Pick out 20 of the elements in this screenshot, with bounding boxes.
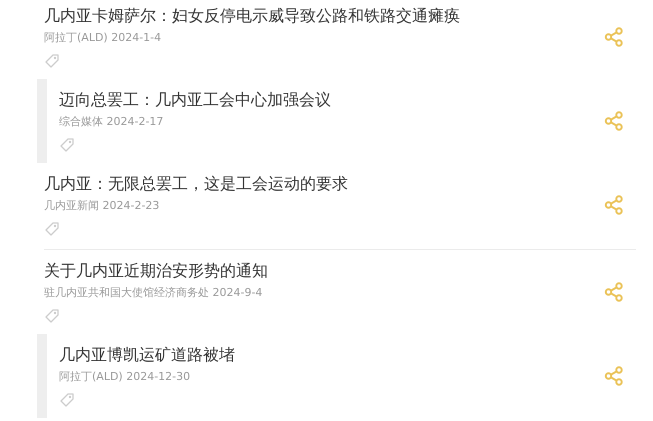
article-title[interactable]: 几内亚博凯运矿道路被堵	[59, 344, 604, 366]
tag-icon[interactable]	[59, 392, 75, 408]
article-meta: 几内亚新闻 2024-2-23	[44, 198, 160, 214]
article-meta: 阿拉丁(ALD) 2024-12-30	[59, 369, 192, 385]
article-meta: 综合媒体 2024-2-17	[59, 114, 164, 130]
tag-icon[interactable]	[44, 53, 60, 69]
article-title[interactable]: 迈向总罢工：几内亚工会中心加强会议	[59, 89, 604, 111]
share-icon[interactable]	[604, 111, 624, 131]
article-meta: 阿拉丁(ALD) 2024-1-4	[44, 30, 162, 46]
share-icon[interactable]	[604, 366, 624, 386]
article-title[interactable]: 几内亚卡姆萨尔：妇女反停电示威导致公路和铁路交通瘫痪	[44, 5, 604, 27]
tag-icon[interactable]	[44, 308, 60, 324]
article-title[interactable]: 关于几内亚近期治安形势的通知	[44, 260, 604, 282]
article-title[interactable]: 几内亚：无限总罢工，这是工会运动的要求	[44, 173, 604, 195]
tag-icon[interactable]	[59, 137, 75, 153]
share-icon[interactable]	[604, 195, 624, 215]
article-meta: 驻几内亚共和国大使馆经济商务处 2024-9-4	[44, 285, 264, 301]
share-icon[interactable]	[604, 282, 624, 302]
share-icon[interactable]	[604, 27, 624, 47]
tag-icon[interactable]	[44, 221, 60, 237]
